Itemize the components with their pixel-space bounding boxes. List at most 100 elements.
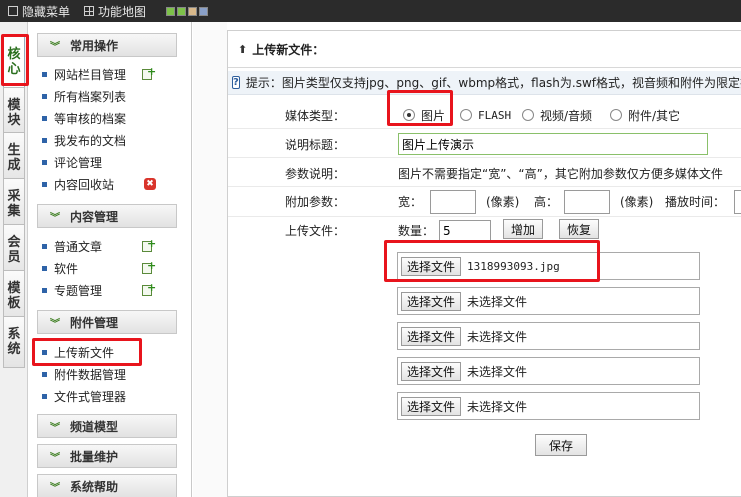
restore-button[interactable]: 恢复 [559,219,600,239]
module-tab-column: 核 心 模 块 生 成 采 集 会 员 模 板 系 统 [0,22,28,497]
tab-char: 模 [7,98,21,113]
file-input-row: 选择文件 未选择文件 [397,392,700,420]
height-input[interactable] [564,190,610,214]
sidebar-item-topic[interactable]: 专题管理 [42,280,102,300]
chevron-down-icon: ︾ [50,482,60,494]
bullet-icon [42,137,47,143]
radio-video-audio[interactable]: 视频/音频 [522,101,592,129]
choose-file-button[interactable]: 选择文件 [401,291,462,311]
file-input-row: 选择文件 1318993093.jpg [397,252,700,280]
bullet-icon [42,243,47,249]
sidebar-item-all-archives[interactable]: 所有档案列表 [42,86,126,106]
tab-char: 板 [7,296,21,311]
tip-text: 提示：图片类型仅支持jpg、png、gif、wbmp格式，flash为.swf格… [245,76,741,90]
tab-collect[interactable]: 采 集 [3,178,25,230]
file-input-row: 选择文件 未选择文件 [397,357,700,385]
add-button[interactable]: 增加 [503,219,544,239]
menu-group-attachment[interactable]: ︾ 附件管理 [37,310,177,334]
media-type-label: 媒体类型： [285,108,346,123]
sidebar-item-comments[interactable]: 评论管理 [42,152,102,172]
sidebar-item-article[interactable]: 普通文章 [42,236,102,256]
menu-group-title: 常用操作 [70,38,119,53]
add-icon[interactable] [142,259,156,274]
theme-swatch[interactable] [166,6,176,16]
panel-icon [8,6,18,16]
bullet-icon [42,287,47,293]
tab-char: 核 [7,47,21,62]
chevron-down-icon: ︾ [50,452,60,464]
choose-file-button[interactable]: 选择文件 [401,326,462,346]
sidebar-item-label: 上传新文件 [54,345,115,360]
theme-swatch[interactable] [177,6,187,16]
radio-flash[interactable]: FLASH [460,101,511,129]
tab-core[interactable]: 核 心 [3,36,25,88]
tab-system[interactable]: 系 统 [3,316,25,368]
file-name: 未选择文件 [467,399,528,414]
upload-count-row: 上传文件： 数量： 增加 恢复 [228,217,741,243]
help-icon: ? [232,76,240,89]
menu-group-help[interactable]: ︾ 系统帮助 [37,474,177,497]
bullet-icon [42,349,47,355]
choose-file-button[interactable]: 选择文件 [401,396,462,416]
sidebar-item-category[interactable]: 网站栏目管理 [42,64,126,84]
double-chevron-up-icon[interactable]: ⬆ [238,43,247,56]
sidebar-item-label: 评论管理 [54,155,103,170]
clear-recycle-icon[interactable]: ✖ [144,178,156,190]
theme-swatch[interactable] [199,6,209,16]
caption-label: 说明标题： [285,137,346,152]
sidebar-item-my-docs[interactable]: 我发布的文档 [42,130,126,150]
caption-input[interactable] [398,133,708,155]
extra-params-row: 附加参数： 宽： (像素) 高： (像素) 播放时间： [228,187,741,217]
file-input-row: 选择文件 未选择文件 [397,287,700,315]
sidebar-item-label: 等审核的档案 [54,111,127,126]
count-input[interactable] [439,220,491,241]
sidebar-item-file-manager[interactable]: 文件式管理器 [42,386,126,406]
add-icon[interactable] [142,281,156,296]
menu-group-title: 批量维护 [70,449,119,464]
radio-attachment[interactable]: 附件/其它 [610,101,680,129]
theme-swatch[interactable] [188,6,198,16]
tab-generate[interactable]: 生 成 [3,132,25,184]
tab-char: 统 [7,342,21,357]
sidebar-item-label: 我发布的文档 [54,133,127,148]
playtime-input[interactable] [734,190,741,214]
sidebar-item-attach-data[interactable]: 附件数据管理 [42,364,126,384]
tab-char: 集 [7,204,21,219]
sidebar-item-recycle[interactable]: 内容回收站 [42,174,114,194]
menu-group-batch[interactable]: ︾ 批量维护 [37,444,177,468]
caption-row: 说明标题： [228,130,741,158]
grid-icon [84,6,95,16]
tab-member[interactable]: 会 员 [3,224,25,276]
chevron-down-icon: ︾ [50,422,60,434]
file-name: 1318993093.jpg [467,259,560,273]
tab-char: 员 [7,250,21,265]
tab-char: 模 [7,281,21,296]
sidebar-item-upload-new[interactable]: 上传新文件 [42,342,114,362]
param-desc-text: 图片不需要指定“宽”、“高”，其它附加参数仅方便多媒体文件 [398,166,723,181]
choose-file-button[interactable]: 选择文件 [401,361,462,381]
choose-file-button[interactable]: 选择文件 [401,256,462,276]
hide-menu-button[interactable]: 隐藏菜单 [8,3,70,20]
menu-group-common[interactable]: ︾ 常用操作 [37,33,177,57]
tab-template[interactable]: 模 板 [3,270,25,322]
height-unit: (像素) [620,194,654,209]
sidebar-item-pending[interactable]: 等审核的档案 [42,108,126,128]
menu-group-channel[interactable]: ︾ 频道模型 [37,414,177,438]
add-icon[interactable] [142,237,156,252]
width-input[interactable] [430,190,476,214]
bullet-icon [42,115,47,121]
radio-selected-icon [403,109,415,121]
sidebar-item-label: 软件 [54,261,79,276]
menu-group-content[interactable]: ︾ 内容管理 [37,204,177,228]
bullet-icon [42,181,47,187]
count-label: 数量： [398,223,435,238]
save-button[interactable]: 保存 [535,434,588,456]
extra-params-label: 附加参数： [285,194,346,209]
media-type-row: 媒体类型： 图片 FLASH 视频/音频 附件/其它 [228,101,741,129]
sidebar-item-software[interactable]: 软件 [42,258,78,278]
function-map-button[interactable]: 功能地图 [84,3,146,20]
width-label: 宽： [398,194,423,209]
page-title: 上传新文件： [252,42,325,57]
add-icon[interactable] [142,65,156,80]
radio-image[interactable]: 图片 [403,101,445,129]
